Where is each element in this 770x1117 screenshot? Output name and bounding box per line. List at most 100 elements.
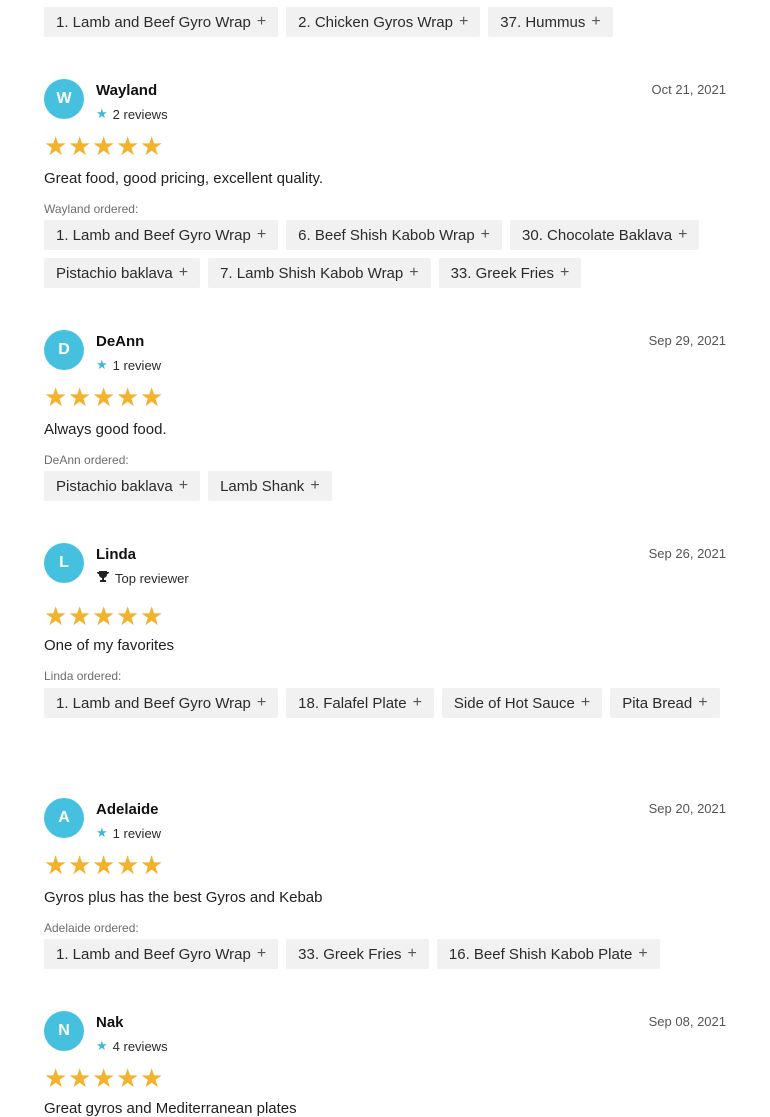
menu-item-label: 30. Chocolate Baklava — [522, 226, 673, 244]
menu-item-label: 18. Falafel Plate — [298, 694, 407, 712]
avatar: D — [44, 330, 84, 370]
reviewer-badge: ★ 1 review — [96, 357, 161, 373]
star-icon: ★ — [68, 382, 92, 412]
review-count: 1 review — [112, 357, 162, 373]
avatar: L — [44, 543, 84, 583]
menu-item-label: 6. Beef Shish Kabob Wrap — [298, 226, 475, 244]
star-icon: ★ — [92, 131, 116, 161]
review-text: Great food, good pricing, excellent qual… — [44, 170, 324, 187]
review-count: 4 reviews — [112, 1038, 168, 1054]
menu-item-label: 37. Hummus — [500, 13, 586, 31]
reviewer-name[interactable]: Linda — [96, 546, 136, 563]
rating-stars: ★ ★ ★ ★ ★ — [44, 384, 164, 410]
star-icon: ★ — [44, 131, 68, 161]
plus-icon: + — [407, 945, 417, 962]
review-text: Great gyros and Mediterranean plates — [44, 1100, 297, 1117]
menu-item-chip[interactable]: Pistachio baklava + — [44, 258, 201, 288]
menu-item-chip[interactable]: 1. Lamb and Beef Gyro Wrap + — [44, 220, 279, 250]
menu-item-label: 33. Greek Fries — [298, 945, 402, 963]
plus-icon: + — [178, 264, 189, 281]
star-icon: ★ — [44, 382, 68, 412]
reviewer-badge: ★ 2 reviews — [96, 106, 168, 122]
star-icon: ★ — [116, 1063, 140, 1093]
menu-item-label: Pistachio baklava — [56, 264, 173, 282]
plus-icon: + — [580, 694, 591, 711]
review-date: Oct 21, 2021 — [651, 82, 726, 97]
plus-icon: + — [458, 13, 469, 30]
reviewer-badge: Top reviewer — [96, 570, 189, 586]
plus-icon: + — [310, 477, 320, 494]
menu-item-chip[interactable]: 6. Beef Shish Kabob Wrap + — [286, 220, 503, 250]
star-icon: ★ — [96, 825, 108, 840]
previous-ordered-items: 1. Lamb and Beef Gyro Wrap + 2. Chicken G… — [44, 7, 726, 37]
menu-item-label: Pita Bread — [622, 694, 693, 712]
star-icon: ★ — [92, 382, 116, 412]
menu-item-chip[interactable]: 7. Lamb Shish Kabob Wrap + — [208, 258, 431, 288]
ordered-items: 1. Lamb and Beef Gyro Wrap + 33. Greek Fr… — [44, 939, 726, 969]
star-icon: ★ — [68, 601, 92, 631]
rating-stars: ★ ★ ★ ★ ★ — [44, 133, 164, 159]
menu-item-label: Side of Hot Sauce — [453, 694, 575, 712]
reviewer-name[interactable]: Nak — [96, 1014, 124, 1031]
plus-icon: + — [256, 694, 267, 711]
menu-item-chip[interactable]: 30. Chocolate Baklava + — [510, 220, 700, 250]
star-icon: ★ — [44, 850, 68, 880]
star-icon: ★ — [68, 131, 92, 161]
plus-icon: + — [256, 945, 267, 962]
menu-item-chip[interactable]: Lamb Shank + — [208, 471, 332, 501]
avatar: N — [44, 1011, 84, 1051]
ordered-label: Wayland ordered: — [44, 202, 139, 216]
rating-stars: ★ ★ ★ ★ ★ — [44, 1065, 164, 1091]
plus-icon: + — [256, 226, 267, 243]
menu-item-chip[interactable]: 37. Hummus + — [488, 7, 613, 37]
plus-icon: + — [480, 226, 491, 243]
top-reviewer-label: Top reviewer — [115, 570, 189, 586]
ordered-items: 1. Lamb and Beef Gyro Wrap + 18. Falafel … — [44, 688, 726, 718]
menu-item-label: Pistachio baklava — [56, 477, 173, 495]
menu-item-label: 7. Lamb Shish Kabob Wrap — [220, 264, 404, 282]
menu-item-chip[interactable]: Side of Hot Sauce + — [441, 688, 603, 718]
star-icon: ★ — [92, 1063, 116, 1093]
review-text: Always good food. — [44, 421, 167, 438]
star-icon: ★ — [116, 601, 140, 631]
star-icon: ★ — [96, 357, 108, 372]
rating-stars: ★ ★ ★ ★ ★ — [44, 603, 164, 629]
menu-item-chip[interactable]: 33. Greek Fries + — [286, 939, 429, 969]
review-card: W Wayland ★ 2 reviews Oct 21, 2021 ★ ★ ★ ★ ★ … — [44, 79, 726, 289]
star-icon: ★ — [116, 850, 140, 880]
reviewer-name[interactable]: Adelaide — [96, 801, 159, 818]
star-icon: ★ — [140, 131, 164, 161]
reviewer-name[interactable]: Wayland — [96, 82, 157, 99]
star-icon: ★ — [140, 1063, 164, 1093]
review-card: L Linda Top reviewer Sep 26, 2021 ★ ★ ★ ★ ★ … — [44, 543, 726, 758]
menu-item-label: 2. Chicken Gyros Wrap — [298, 13, 453, 31]
reviewer-name[interactable]: DeAnn — [96, 333, 144, 350]
menu-item-chip[interactable]: Pistachio baklava + — [44, 471, 201, 501]
plus-icon: + — [638, 945, 648, 962]
menu-item-chip[interactable]: 1. Lamb and Beef Gyro Wrap + — [44, 7, 279, 37]
star-icon: ★ — [96, 1038, 108, 1053]
review-count: 2 reviews — [112, 106, 168, 122]
star-icon: ★ — [140, 850, 164, 880]
menu-item-label: 33. Greek Fries — [450, 264, 554, 282]
reviewer-badge: ★ 1 review — [96, 825, 161, 841]
plus-icon: + — [559, 264, 570, 281]
menu-item-label: 1. Lamb and Beef Gyro Wrap — [56, 945, 251, 963]
review-count: 1 review — [112, 825, 162, 841]
menu-item-chip[interactable]: 2. Chicken Gyros Wrap + — [286, 7, 481, 37]
review-card: N Nak ★ 4 reviews Sep 08, 2021 ★ ★ ★ ★ ★ Grea… — [44, 1011, 726, 1117]
menu-item-label: 1. Lamb and Beef Gyro Wrap — [56, 226, 251, 244]
menu-item-chip[interactable]: 33. Greek Fries + — [438, 258, 582, 288]
star-icon: ★ — [116, 382, 140, 412]
menu-item-label: 1. Lamb and Beef Gyro Wrap — [56, 694, 251, 712]
menu-item-chip[interactable]: 1. Lamb and Beef Gyro Wrap + — [44, 939, 279, 969]
review-text: Gyros plus has the best Gyros and Kebab — [44, 889, 323, 906]
menu-item-chip[interactable]: Pita Bread + — [610, 688, 720, 718]
menu-item-chip[interactable]: 16. Beef Shish Kabob Plate + — [436, 939, 660, 969]
star-icon: ★ — [116, 131, 140, 161]
plus-icon: + — [178, 477, 189, 494]
menu-item-chip[interactable]: 18. Falafel Plate + — [286, 688, 434, 718]
menu-item-label: 1. Lamb and Beef Gyro Wrap — [56, 13, 251, 31]
menu-item-chip[interactable]: 1. Lamb and Beef Gyro Wrap + — [44, 688, 279, 718]
reviewer-badge: ★ 4 reviews — [96, 1038, 168, 1054]
